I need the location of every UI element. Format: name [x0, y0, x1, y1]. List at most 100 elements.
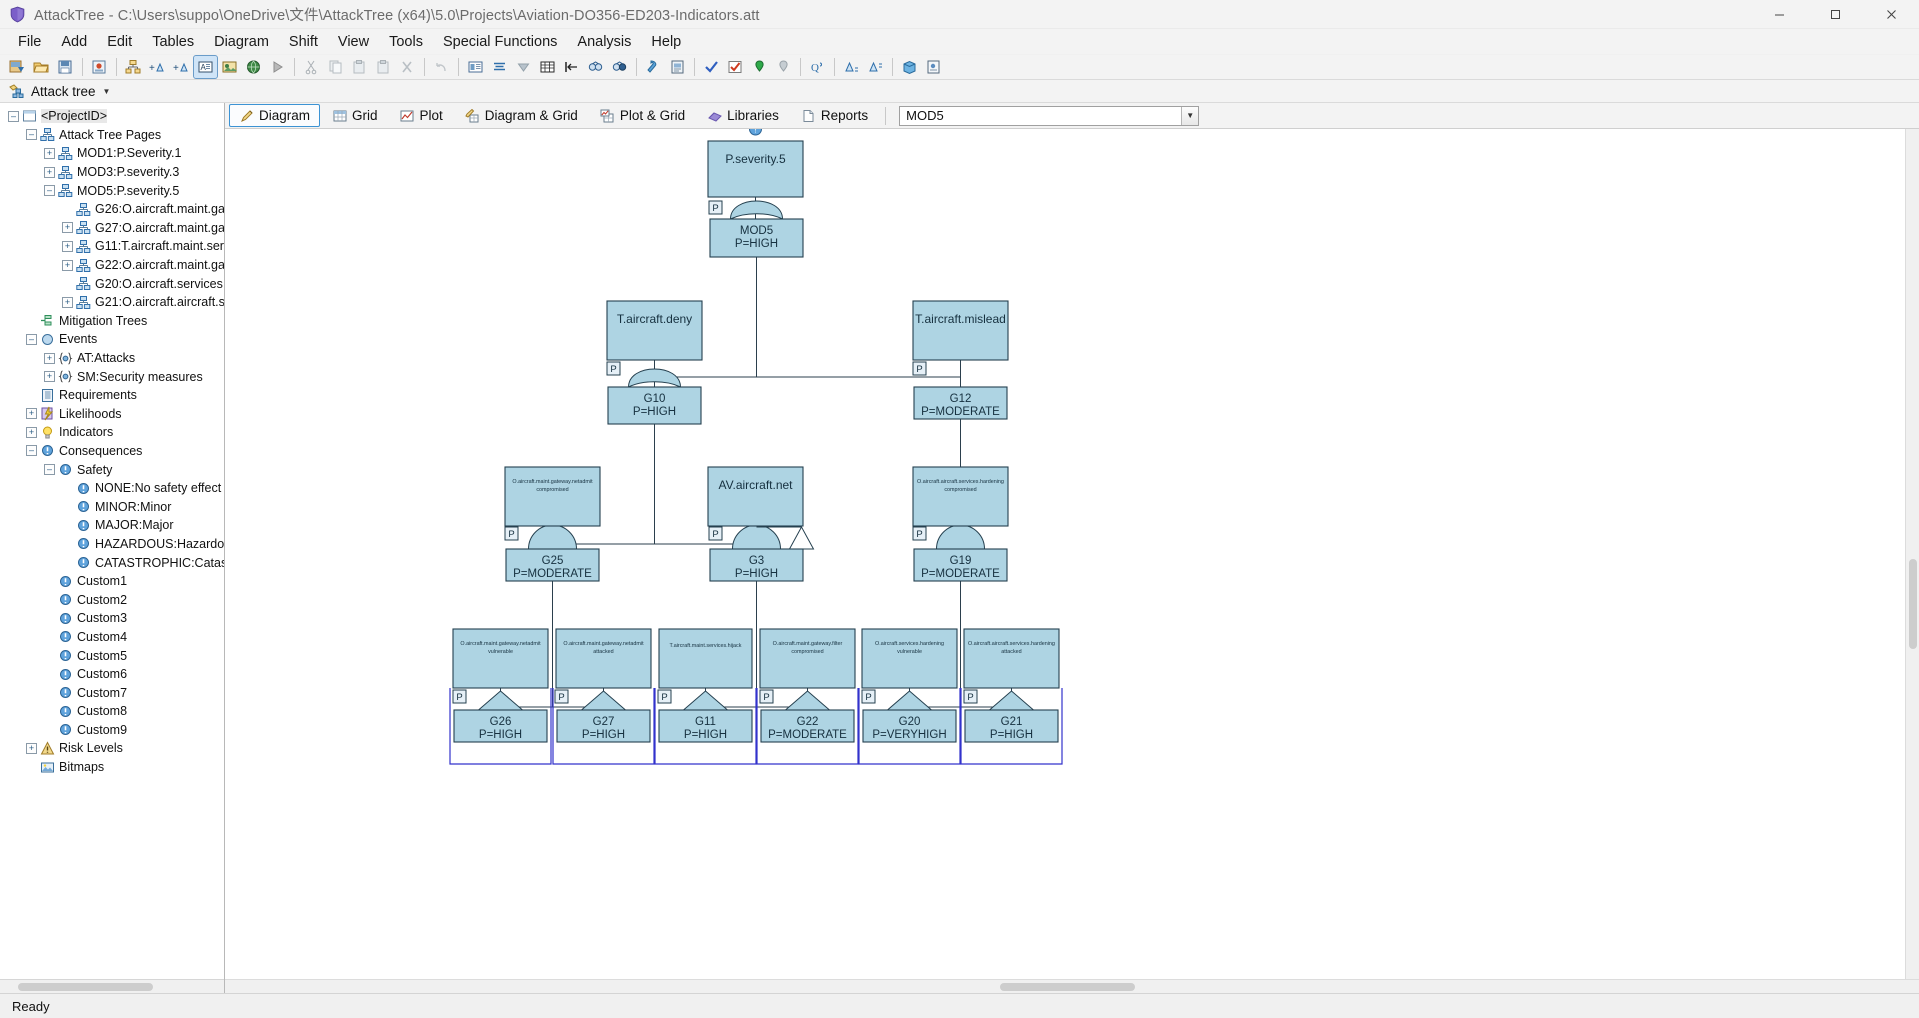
menu-add[interactable]: Add — [51, 31, 97, 53]
canvas-vertical-scrollbar[interactable] — [1905, 129, 1919, 979]
menu-special-functions[interactable]: Special Functions — [433, 31, 567, 53]
tree-item[interactable]: –MOD5:P.severity.5 — [0, 181, 224, 200]
collapse-toggle-icon[interactable]: – — [26, 334, 37, 345]
paint-icon[interactable] — [642, 56, 665, 78]
menu-help[interactable]: Help — [641, 31, 691, 53]
new-project-icon[interactable] — [6, 56, 29, 78]
table-icon[interactable] — [536, 56, 559, 78]
tree-item[interactable]: +G22:O.aircraft.maint.gat — [0, 256, 224, 275]
tree-item[interactable]: Custom2 — [0, 590, 224, 609]
run-icon[interactable] — [266, 56, 289, 78]
tree-item[interactable]: +Risk Levels — [0, 739, 224, 758]
canvas-horizontal-scrollbar[interactable] — [225, 979, 1919, 993]
canvas-vscroll-thumb[interactable] — [1909, 559, 1917, 649]
tree-item[interactable]: +SM:Security measures — [0, 367, 224, 386]
menu-edit[interactable]: Edit — [97, 31, 142, 53]
tree-item[interactable]: Custom9 — [0, 721, 224, 740]
chevron-down-icon[interactable]: ▼ — [1181, 107, 1198, 125]
tree-item[interactable]: Mitigation Trees — [0, 312, 224, 331]
tree-item[interactable]: –Consequences — [0, 442, 224, 461]
tree-item[interactable]: +G21:O.aircraft.aircraft.s — [0, 293, 224, 312]
menu-file[interactable]: File — [8, 31, 51, 53]
paste-special-icon[interactable] — [372, 56, 395, 78]
tree-item[interactable]: Custom8 — [0, 702, 224, 721]
minimize-button[interactable] — [1751, 0, 1807, 29]
align-icon[interactable] — [488, 56, 511, 78]
add-gate-icon[interactable]: + — [170, 56, 193, 78]
expand-toggle-icon[interactable]: + — [44, 353, 55, 364]
tab-libraries[interactable]: Libraries — [697, 104, 789, 127]
expand-toggle-icon[interactable]: + — [62, 222, 73, 233]
pin-green-icon[interactable] — [748, 56, 771, 78]
add-event-icon[interactable]: + — [146, 56, 169, 78]
tree-item[interactable]: Bitmaps — [0, 758, 224, 777]
tab-grid[interactable]: Grid — [322, 104, 388, 127]
canvas-hscroll-thumb[interactable] — [1000, 983, 1135, 991]
expand-toggle-icon[interactable]: + — [26, 408, 37, 419]
attack-tree-diagram[interactable]: P.severity.5MOD5P=HIGHT.aircraft.denyT.a… — [225, 129, 1919, 979]
tree-item[interactable]: Custom5 — [0, 646, 224, 665]
tree-item[interactable]: Custom4 — [0, 628, 224, 647]
collapse-toggle-icon[interactable]: – — [44, 185, 55, 196]
paste-icon[interactable] — [348, 56, 371, 78]
sort-desc-icon[interactable] — [864, 56, 887, 78]
project-settings-icon[interactable] — [88, 56, 111, 78]
tree-item[interactable]: –Attack Tree Pages — [0, 126, 224, 145]
pin-gray-icon[interactable] — [772, 56, 795, 78]
menu-tables[interactable]: Tables — [142, 31, 204, 53]
expand-toggle-icon[interactable]: + — [26, 427, 37, 438]
tree-item[interactable]: G20:O.aircraft.services. — [0, 274, 224, 293]
expand-toggle-icon[interactable]: + — [44, 167, 55, 178]
expand-toggle-icon[interactable]: + — [62, 297, 73, 308]
export-doc-icon[interactable] — [922, 56, 945, 78]
tree-item[interactable]: +AT:Attacks — [0, 349, 224, 368]
collapse-toggle-icon[interactable]: – — [44, 464, 55, 475]
tree-item[interactable]: +MOD3:P.severity.3 — [0, 163, 224, 182]
tree-item[interactable]: Requirements — [0, 386, 224, 405]
tree-item[interactable]: Custom7 — [0, 683, 224, 702]
expand-toggle-icon[interactable]: + — [44, 371, 55, 382]
menu-diagram[interactable]: Diagram — [204, 31, 279, 53]
expand-toggle-icon[interactable]: + — [62, 241, 73, 252]
properties-icon[interactable] — [464, 56, 487, 78]
collapse-toggle-icon[interactable]: – — [26, 129, 37, 140]
save-icon[interactable] — [54, 56, 77, 78]
menu-shift[interactable]: Shift — [279, 31, 328, 53]
find-next-icon[interactable] — [608, 56, 631, 78]
undo-icon[interactable] — [430, 56, 453, 78]
tree-item[interactable]: CATASTROPHIC:Catastr — [0, 553, 224, 572]
attack-tree-icon[interactable] — [6, 80, 26, 102]
tab-diagram[interactable]: Diagram — [229, 104, 320, 127]
tab-plot-grid[interactable]: Plot & Grid — [590, 104, 695, 127]
diagram-canvas[interactable]: P.severity.5MOD5P=HIGHT.aircraft.denyT.a… — [225, 129, 1919, 979]
tab-diagram-grid[interactable]: Diagram & Grid — [455, 104, 588, 127]
collapse-icon[interactable] — [512, 56, 535, 78]
chevron-down-icon[interactable]: ▼ — [103, 87, 111, 96]
tree-item[interactable]: Custom3 — [0, 609, 224, 628]
tree-item[interactable]: NONE:No safety effect — [0, 479, 224, 498]
tree-item[interactable]: Custom6 — [0, 665, 224, 684]
tree-item[interactable]: MAJOR:Major — [0, 516, 224, 535]
delete-icon[interactable] — [396, 56, 419, 78]
tree-item[interactable]: –Events — [0, 330, 224, 349]
check-blue-icon[interactable] — [700, 56, 723, 78]
tree-item[interactable]: +Indicators — [0, 423, 224, 442]
query-icon[interactable]: Q — [806, 56, 829, 78]
sort-asc-icon[interactable] — [840, 56, 863, 78]
close-button[interactable] — [1863, 0, 1919, 29]
tree-item[interactable]: +Likelihoods — [0, 405, 224, 424]
report-icon[interactable] — [666, 56, 689, 78]
menu-tools[interactable]: Tools — [379, 31, 433, 53]
tab-plot[interactable]: Plot — [390, 104, 453, 127]
cut-icon[interactable] — [300, 56, 323, 78]
expand-toggle-icon[interactable]: + — [26, 743, 37, 754]
expand-toggle-icon[interactable]: + — [62, 260, 73, 271]
globe-icon[interactable] — [242, 56, 265, 78]
page-selector[interactable]: MOD5 ▼ — [899, 106, 1199, 126]
check-box-icon[interactable] — [724, 56, 747, 78]
package-icon[interactable] — [898, 56, 921, 78]
tree-structure-icon[interactable] — [122, 56, 145, 78]
open-folder-icon[interactable] — [30, 56, 53, 78]
sidebar-scroll-thumb[interactable] — [18, 983, 153, 991]
tree-item[interactable]: HAZARDOUS:Hazardou — [0, 535, 224, 554]
